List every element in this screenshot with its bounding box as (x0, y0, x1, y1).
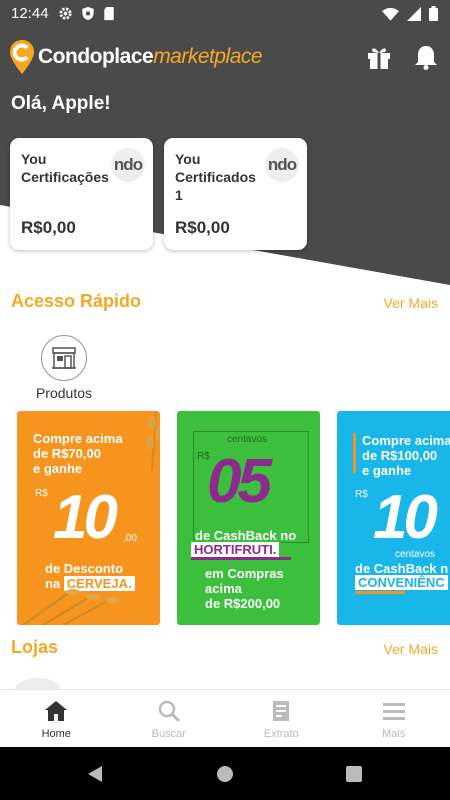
banner-text: de Desconto (45, 561, 124, 576)
stores-title: Lojas (11, 637, 59, 657)
nav-label: Home (41, 728, 71, 740)
quick-access-item-produtos[interactable]: Produtos (34, 335, 94, 401)
wallet-logo: ndo (265, 148, 299, 182)
quick-access-see-more-link[interactable]: Ver Mais (384, 295, 438, 311)
banner-text: de R$100,00 (362, 448, 438, 463)
banner-text: de CashBack no (195, 528, 297, 543)
nav-item-home[interactable]: Home (0, 690, 113, 747)
wallet-balance: R$0,00 (21, 218, 76, 237)
search-icon (158, 700, 180, 723)
recent-apps-icon[interactable] (346, 766, 362, 782)
app-screen: 12:44 Condoplace marketplace Olá, Apple!… (0, 0, 450, 800)
banner-text: Compre acima (362, 433, 450, 448)
nav-label: Buscar (151, 728, 186, 740)
nav-item-statement[interactable]: Extrato (225, 690, 338, 747)
home-icon (45, 701, 68, 721)
promo-banner-hortifruti[interactable]: centavos R$ 05 de CashBack no HORTIFRUTI… (177, 411, 320, 625)
nav-label: Mais (382, 728, 406, 740)
location-pin-logo-icon (10, 40, 34, 74)
banner-underline (355, 591, 405, 594)
banner-underline (191, 557, 291, 560)
nav-item-more[interactable]: Mais (338, 690, 450, 747)
status-time: 12:44 (11, 5, 49, 22)
brand-logo: Condoplace marketplace (10, 40, 263, 74)
banner-text: HORTIFRUTI. (191, 542, 280, 557)
banner-big-number: 10 (53, 483, 118, 552)
promo-banner-conveniencia[interactable]: Compre acima de R$100,00 e ganhe R$ 10 c… (337, 411, 450, 625)
quick-access-icon-circle (41, 335, 87, 381)
shield-icon (82, 6, 94, 21)
brand-name: Condoplace (38, 45, 154, 68)
system-navigation-bar (0, 747, 450, 800)
banner-text: e ganhe (33, 461, 83, 476)
wallet-card[interactable]: You Certificados 1 ndo R$0,00 (164, 138, 307, 250)
banner-text: de R$200,00 (205, 596, 281, 611)
wallet-logo: ndo (111, 148, 145, 182)
wallet-title: You Certificações (21, 151, 109, 185)
banner-big-number: 05 (207, 447, 272, 516)
banner-text: Compre acima (33, 431, 123, 446)
wallet-card[interactable]: You Certificações ndo R$0,00 (10, 138, 153, 250)
banner-highlight: HORTIFRUTI. (191, 542, 280, 557)
banner-text: de CashBack n (355, 561, 449, 576)
quick-access-label: Produtos (35, 385, 93, 401)
nav-label: Extrato (263, 728, 299, 740)
bottom-navigation: Home Buscar Extrato Mais (0, 689, 450, 747)
stores-see-more-link[interactable]: Ver Mais (384, 641, 438, 657)
sd-card-icon (104, 6, 114, 21)
banner-unit: centavos (227, 434, 268, 445)
nav-item-search[interactable]: Buscar (113, 690, 226, 747)
menu-icon (382, 703, 405, 720)
banner-text: CONVENIÊNC (355, 575, 448, 590)
receipt-icon (273, 701, 290, 721)
wheat-decoration (22, 589, 120, 625)
banner-currency: R$ (35, 488, 48, 499)
banner-accent-bar (353, 433, 356, 473)
wheat-decoration (146, 411, 160, 472)
battery-icon (429, 6, 438, 21)
wallet-title: You Certificados 1 (175, 151, 256, 203)
header-actions (366, 44, 438, 70)
banner-text: em Compras (205, 566, 284, 581)
banner-text: acima (205, 581, 242, 596)
banner-unit: centavos (395, 549, 436, 560)
quick-access-title: Acesso Rápido (11, 291, 142, 311)
wifi-icon (382, 7, 399, 21)
status-bar: 12:44 (0, 0, 450, 28)
signal-icon (407, 6, 421, 21)
promo-banner-cerveja[interactable]: Compre acima de R$70,00 e ganhe R$ 10 ,0… (17, 411, 160, 625)
banner-text: de R$70,00 (33, 446, 101, 461)
greeting-text: Olá, Apple! (11, 93, 111, 114)
banner-highlight: CONVENIÊNC (355, 575, 448, 590)
banner-cents: ,00 (123, 533, 137, 544)
gear-icon (59, 7, 72, 20)
storefront-icon (52, 347, 76, 369)
back-icon[interactable] (86, 765, 104, 783)
bell-icon[interactable] (414, 44, 438, 70)
gift-icon[interactable] (366, 44, 392, 70)
home-button-icon[interactable] (216, 765, 234, 783)
banner-currency: R$ (355, 489, 368, 500)
banner-big-number: 10 (373, 483, 438, 552)
wallet-balance: R$0,00 (175, 218, 230, 237)
banner-text: e ganhe (362, 463, 412, 478)
brand-suffix: marketplace (153, 45, 263, 68)
